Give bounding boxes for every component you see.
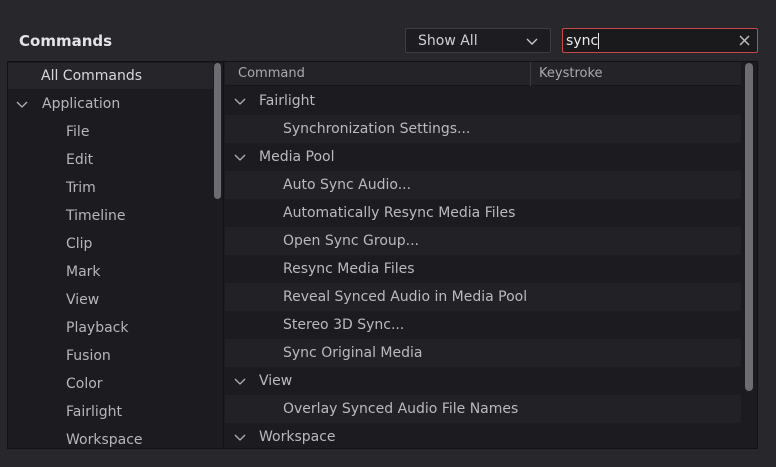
category-fusion[interactable]: Fusion (66, 343, 111, 369)
table-row[interactable]: Auto Sync Audio... (225, 171, 741, 199)
search-input[interactable] (566, 30, 726, 51)
table-row[interactable]: Reveal Synced Audio in Media Pool (225, 283, 741, 311)
category-all-commands[interactable]: All Commands (8, 63, 213, 89)
chevron-down-icon[interactable] (16, 98, 28, 110)
search-field[interactable] (562, 28, 758, 53)
category-edit[interactable]: Edit (66, 147, 93, 173)
category-fairlight[interactable]: Fairlight (66, 399, 122, 425)
category-file[interactable]: File (66, 119, 89, 145)
table-header: Command Keystroke (225, 62, 741, 86)
category-clip[interactable]: Clip (66, 231, 92, 257)
table-group-row[interactable]: Fairlight (225, 87, 741, 115)
table-group-row[interactable]: View (225, 367, 741, 395)
table-group-row[interactable]: Workspace (225, 423, 741, 448)
filter-dropdown-value: Show All (418, 32, 478, 49)
category-playback[interactable]: Playback (66, 315, 128, 341)
clear-search-icon[interactable] (739, 35, 750, 46)
table-row[interactable]: Overlay Synced Audio File Names (225, 395, 741, 423)
table-row[interactable]: Sync Original Media (225, 339, 741, 367)
category-color[interactable]: Color (66, 371, 103, 397)
column-divider[interactable] (530, 62, 531, 86)
chevron-down-icon[interactable] (234, 95, 246, 107)
text-caret (598, 33, 599, 49)
category-workspace[interactable]: Workspace (66, 427, 143, 448)
command-table: Command Keystroke Fairlight Synchronizat… (225, 62, 757, 448)
category-list: All Commands Application File Edit Trim … (8, 62, 224, 448)
category-view[interactable]: View (66, 287, 99, 313)
table-row[interactable]: Resync Media Files (225, 255, 741, 283)
table-row[interactable]: Open Sync Group... (225, 227, 741, 255)
chevron-down-icon (526, 38, 538, 45)
table-row[interactable]: Stereo 3D Sync... (225, 311, 741, 339)
chevron-down-icon[interactable] (234, 375, 246, 387)
command-scrollbar[interactable] (745, 63, 753, 391)
category-application[interactable]: Application (16, 91, 120, 117)
table-row[interactable]: Automatically Resync Media Files (225, 199, 741, 227)
table-row[interactable]: Synchronization Settings... (225, 115, 741, 143)
column-header-keystroke[interactable]: Keystroke (539, 66, 603, 81)
filter-dropdown[interactable]: Show All (405, 28, 551, 53)
chevron-down-icon[interactable] (234, 151, 246, 163)
chevron-down-icon[interactable] (234, 431, 246, 443)
commands-panel: All Commands Application File Edit Trim … (7, 61, 758, 449)
page-title: Commands (19, 32, 113, 50)
category-trim[interactable]: Trim (66, 175, 96, 201)
column-header-command[interactable]: Command (238, 66, 305, 81)
table-group-row[interactable]: Media Pool (225, 143, 741, 171)
category-mark[interactable]: Mark (66, 259, 101, 285)
category-scrollbar[interactable] (214, 63, 221, 199)
category-timeline[interactable]: Timeline (66, 203, 126, 229)
